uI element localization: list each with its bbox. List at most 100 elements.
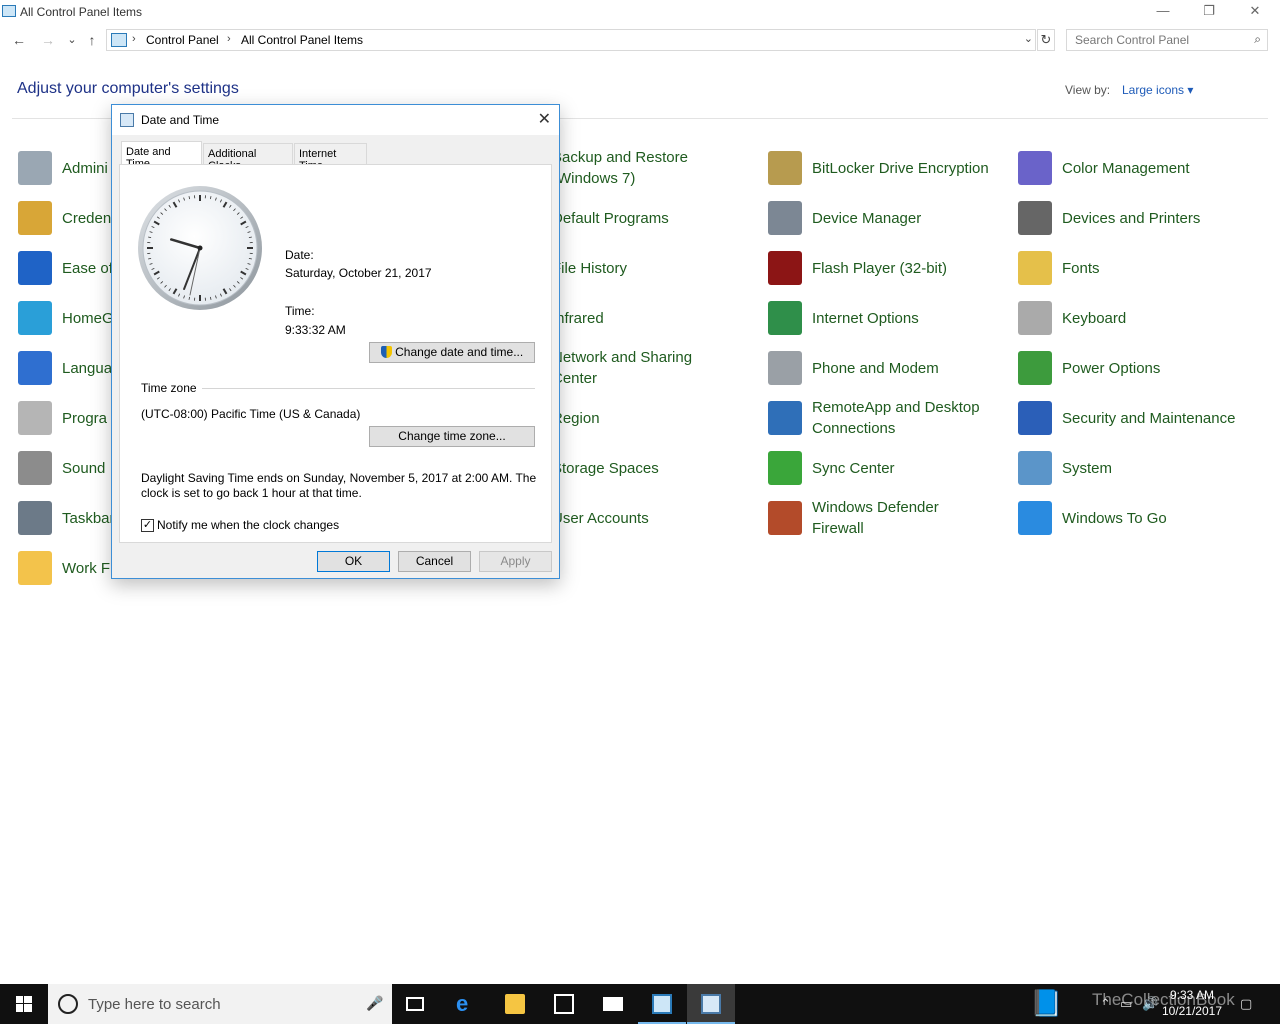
network-icon[interactable]: ▭ [1120, 996, 1132, 1012]
control-panel-item-label[interactable]: File History [552, 258, 627, 279]
control-panel-item-label[interactable]: User Accounts [552, 508, 649, 529]
change-date-time-button[interactable]: Change date and time... [369, 342, 535, 363]
up-button[interactable]: ↑ [82, 30, 102, 50]
apply-button[interactable]: Apply [479, 551, 552, 572]
start-button[interactable] [0, 984, 48, 1024]
search-icon[interactable]: ⌕ [1254, 32, 1261, 47]
notify-label[interactable]: Notify me when the clock changes [157, 518, 339, 532]
edge-button[interactable]: e [442, 984, 490, 1024]
control-panel-item-label[interactable]: Work F [62, 558, 110, 579]
control-panel-item[interactable]: Admini [18, 148, 108, 188]
volume-icon[interactable]: 🔊 [1142, 996, 1158, 1012]
tab-additional-clocks[interactable]: Additional Clocks [203, 143, 293, 172]
control-panel-item-label[interactable]: Default Programs [552, 208, 669, 229]
control-panel-item[interactable]: Phone and Modem [768, 348, 939, 388]
show-hidden-icons-icon[interactable]: ⌃ [1100, 996, 1111, 1012]
control-panel-item-label[interactable]: Windows Defender Firewall [812, 497, 939, 539]
control-panel-item[interactable]: Progra [18, 398, 107, 438]
control-panel-item[interactable]: Devices and Printers [1018, 198, 1200, 238]
control-panel-item[interactable]: Windows To Go [1018, 498, 1167, 538]
control-panel-item-label[interactable]: Storage Spaces [552, 458, 659, 479]
control-panel-item[interactable]: Security and Maintenance [1018, 398, 1235, 438]
control-panel-item-label[interactable]: Power Options [1062, 358, 1160, 379]
refresh-button[interactable]: ↻ [1037, 29, 1055, 51]
control-panel-item[interactable]: Keyboard [1018, 298, 1126, 338]
minimize-button[interactable]: — [1140, 0, 1186, 24]
cancel-button[interactable]: Cancel [398, 551, 471, 572]
control-panel-item[interactable]: Windows Defender Firewall [768, 498, 939, 538]
control-panel-item-label[interactable]: Langua [62, 358, 112, 379]
control-panel-item-label[interactable]: Creden [62, 208, 111, 229]
control-panel-item[interactable]: Ease of [18, 248, 113, 288]
control-panel-item-label[interactable]: Sound [62, 458, 105, 479]
control-panel-item-label[interactable]: Backup and Restore (Windows 7) [552, 147, 688, 189]
control-panel-item-label[interactable]: Sync Center [812, 458, 895, 479]
control-panel-item[interactable]: Creden [18, 198, 111, 238]
control-panel-item-label[interactable]: Security and Maintenance [1062, 408, 1235, 429]
action-center-icon[interactable]: ▢ [1240, 996, 1252, 1012]
forward-button[interactable]: → [38, 30, 58, 50]
control-panel-item-label[interactable]: Devices and Printers [1062, 208, 1200, 229]
control-panel-item-label[interactable]: Progra [62, 408, 107, 429]
control-panel-item[interactable]: System [1018, 448, 1112, 488]
control-panel-item-label[interactable]: Device Manager [812, 208, 921, 229]
control-panel-item-label[interactable]: Windows To Go [1062, 508, 1167, 529]
control-panel-item[interactable]: Taskbar [18, 498, 115, 538]
task-view-button[interactable] [392, 984, 440, 1024]
search-placeholder[interactable]: Search Control Panel [1075, 33, 1189, 47]
control-panel-item[interactable]: Sync Center [768, 448, 895, 488]
control-panel-item-label[interactable]: RemoteApp and Desktop Connections [812, 397, 980, 439]
control-panel-item-label[interactable]: Fonts [1062, 258, 1100, 279]
system-clock[interactable]: 9:33 AM 10/21/2017 [1162, 987, 1222, 1019]
control-panel-item[interactable]: Fonts [1018, 248, 1100, 288]
control-panel-item[interactable]: Work F [18, 548, 110, 588]
taskbar-search-placeholder[interactable]: Type here to search [88, 996, 221, 1013]
control-panel-item[interactable]: Langua [18, 348, 112, 388]
control-panel-item[interactable]: Sound [18, 448, 105, 488]
view-by-dropdown[interactable]: Large icons ▾ [1122, 83, 1193, 97]
control-panel-taskbar-button[interactable] [638, 984, 686, 1024]
notify-checkbox[interactable]: ✓ [141, 519, 154, 532]
search-box[interactable]: Search Control Panel ⌕ [1066, 29, 1268, 51]
microphone-icon[interactable]: 🎤 [366, 995, 383, 1012]
breadcrumb-control-panel[interactable]: Control Panel [146, 33, 219, 47]
recent-locations-button[interactable]: ⌄ [62, 30, 82, 50]
control-panel-item-label[interactable]: Phone and Modem [812, 358, 939, 379]
address-dropdown-icon[interactable]: ⌄ [1024, 32, 1033, 45]
crumb-separator[interactable]: › [227, 33, 231, 45]
file-explorer-button[interactable] [491, 984, 539, 1024]
control-panel-item-label[interactable]: Network and Sharing Center [552, 347, 692, 389]
address-bar[interactable]: › Control Panel › All Control Panel Item… [106, 29, 1036, 51]
crumb-separator[interactable]: › [132, 33, 136, 45]
control-panel-item[interactable]: Internet Options [768, 298, 919, 338]
control-panel-item-label[interactable]: Keyboard [1062, 308, 1126, 329]
ok-button[interactable]: OK [317, 551, 390, 572]
control-panel-item-label[interactable]: System [1062, 458, 1112, 479]
control-panel-item[interactable]: Color Management [1018, 148, 1190, 188]
restore-button[interactable]: ❐ [1186, 0, 1232, 24]
control-panel-item-label[interactable]: HomeG [62, 308, 114, 329]
control-panel-item-label[interactable]: BitLocker Drive Encryption [812, 158, 989, 179]
control-panel-item-label[interactable]: Ease of [62, 258, 113, 279]
back-button[interactable]: ← [9, 30, 29, 50]
date-time-taskbar-button[interactable] [687, 984, 735, 1024]
taskbar-search-box[interactable]: Type here to search 🎤 [48, 984, 392, 1024]
change-time-zone-button[interactable]: Change time zone... [369, 426, 535, 447]
control-panel-item[interactable]: Flash Player (32-bit) [768, 248, 947, 288]
dialog-close-button[interactable]: ✕ [538, 109, 551, 129]
control-panel-item-label[interactable]: Color Management [1062, 158, 1190, 179]
close-button[interactable]: ✕ [1232, 0, 1278, 24]
control-panel-item[interactable]: RemoteApp and Desktop Connections [768, 398, 980, 438]
control-panel-item-label[interactable]: Internet Options [812, 308, 919, 329]
control-panel-item[interactable]: BitLocker Drive Encryption [768, 148, 989, 188]
control-panel-item-label[interactable]: Taskbar [62, 508, 115, 529]
mail-button[interactable] [589, 984, 637, 1024]
control-panel-item[interactable]: Power Options [1018, 348, 1160, 388]
breadcrumb-all-items[interactable]: All Control Panel Items [241, 33, 363, 47]
control-panel-item[interactable]: Device Manager [768, 198, 921, 238]
tab-internet-time[interactable]: Internet Time [294, 143, 367, 172]
control-panel-item[interactable]: HomeG [18, 298, 114, 338]
store-button[interactable] [540, 984, 588, 1024]
control-panel-item-label[interactable]: Admini [62, 158, 108, 179]
control-panel-item-label[interactable]: Flash Player (32-bit) [812, 258, 947, 279]
